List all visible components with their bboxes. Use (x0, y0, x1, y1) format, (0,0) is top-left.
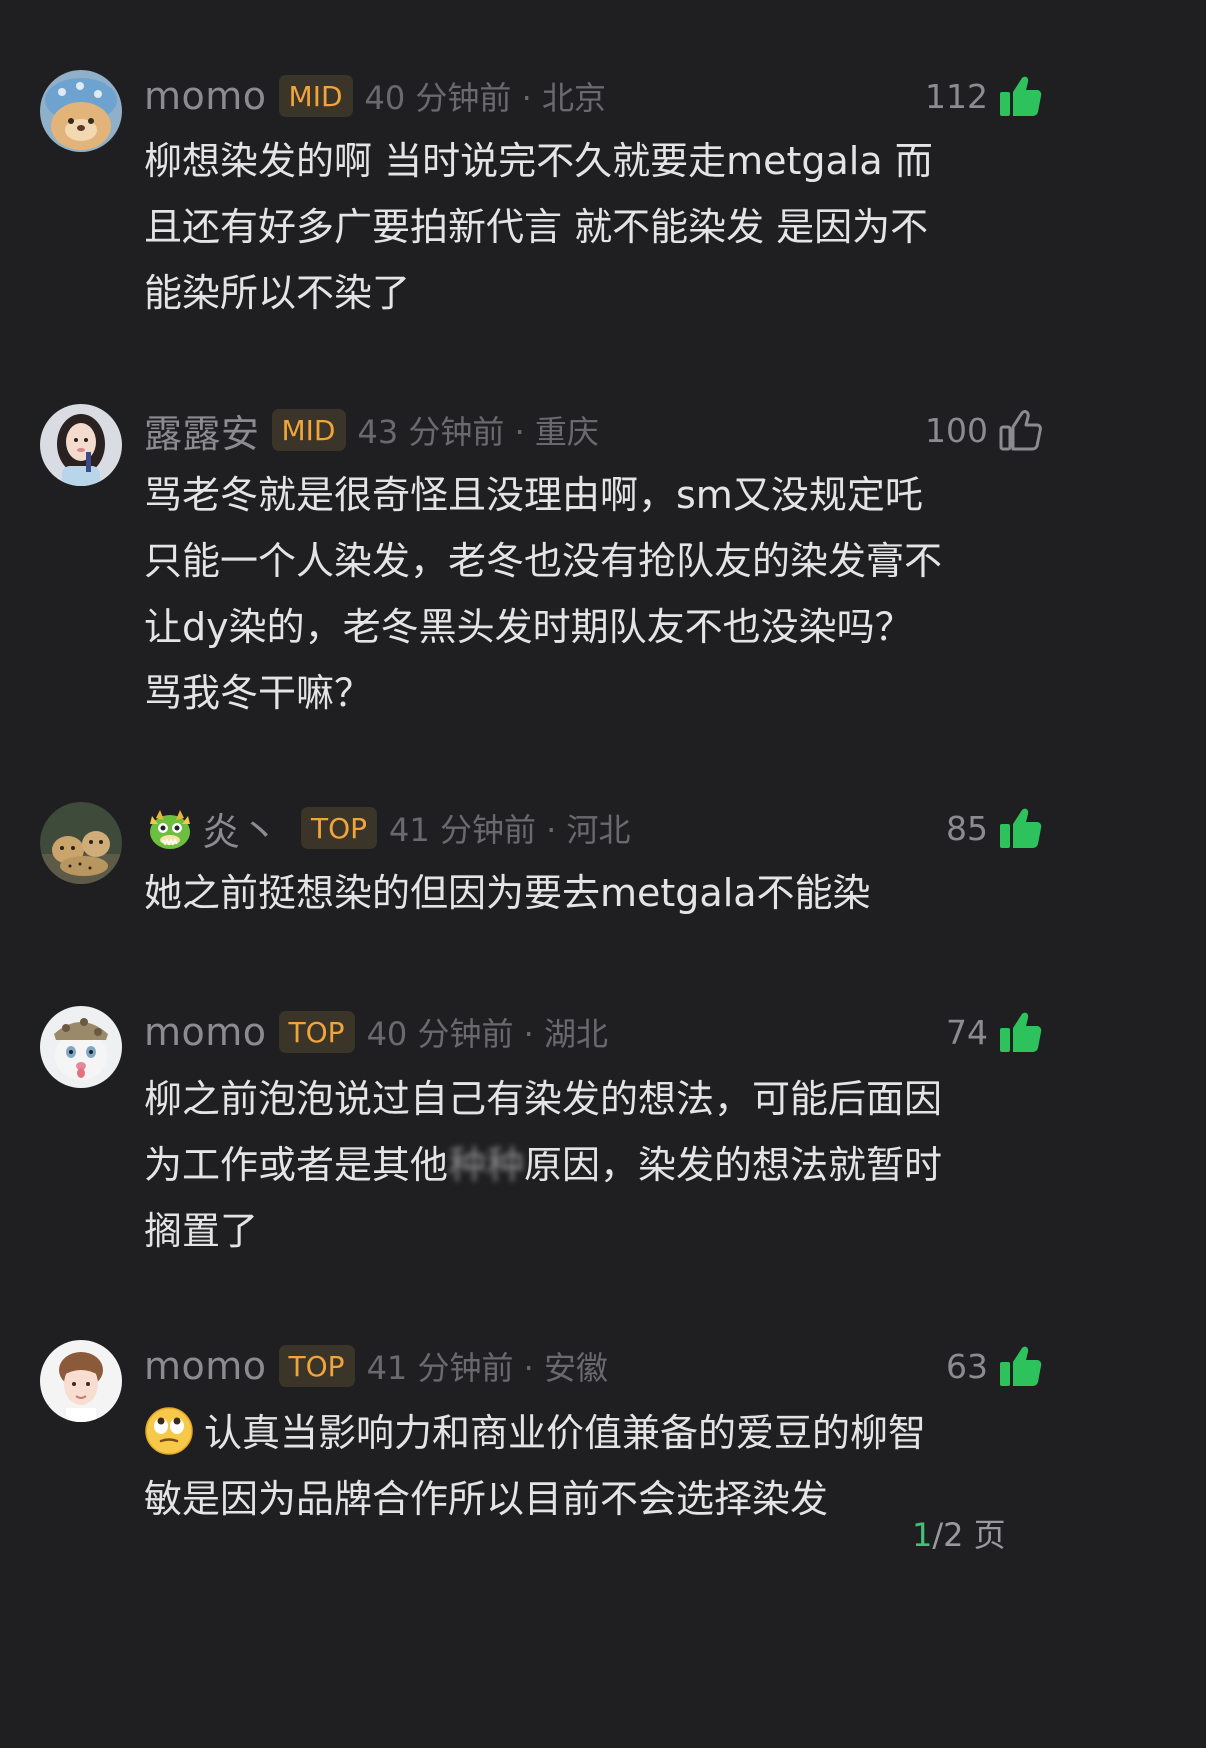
username[interactable]: momo (144, 1010, 267, 1054)
username[interactable]: 露露安 (144, 403, 260, 458)
comment-time: 40 分钟前 (364, 79, 512, 117)
like-button[interactable]: 85 (946, 804, 1042, 852)
comment-header: 炎丶 TOP 41 分钟前 · 河北 (144, 804, 631, 854)
page-indicator[interactable]: 1/2 页 (912, 1510, 1006, 1556)
comment-meta: 40 分钟前 · 北京 (364, 79, 606, 117)
plush-toy-avatar[interactable] (40, 70, 122, 152)
like-count: 85 (946, 808, 988, 848)
like-button[interactable]: 112 (925, 72, 1042, 120)
comment-line: 骂老冬就是很奇怪且没理由啊，sm又没规定吒 (144, 473, 923, 517)
comment-fragment: 原因，染发的想法就暂时 (524, 1143, 943, 1187)
comment-list-page: momo MID 40 分钟前 · 北京 112 柳想染发的啊 当时说完不久就要… (0, 0, 1082, 1568)
comment-text: 柳之前泡泡说过自己有染发的想法，可能后面因 为工作或者是其他种种原因，染发的想法… (144, 1066, 1044, 1264)
like-count: 112 (925, 76, 988, 116)
cat-with-hat-avatar[interactable] (40, 1006, 122, 1088)
comment-text: 她之前挺想染的但因为要去metgala不能染 (144, 860, 1044, 926)
like-button[interactable]: 74 (946, 1008, 1042, 1056)
like-button[interactable]: 63 (946, 1342, 1042, 1390)
comment-line: 柳之前泡泡说过自己有染发的想法，可能后面因 (144, 1077, 943, 1121)
thumbs-up-filled-icon (1000, 76, 1042, 116)
comment-header: momo MID 40 分钟前 · 北京 (144, 72, 606, 120)
comment-line: 让dy染的，老冬黑头发时期队友不也没染吗？ (144, 605, 913, 649)
level-badge: TOP (278, 1345, 355, 1387)
dragon-emoji-icon (150, 810, 190, 849)
comment-meta: 41 分钟前 · 河北 (389, 811, 631, 849)
username[interactable]: momo (144, 1344, 267, 1388)
comment-line: 柳想染发的啊 当时说完不久就要走metgala 而 (144, 139, 933, 183)
comment-time: 41 分钟前 (366, 1349, 514, 1387)
comment-location: 湖北 (543, 1015, 608, 1053)
username[interactable]: momo (144, 74, 267, 118)
like-count: 74 (946, 1012, 988, 1052)
comment-line: 能染所以不染了 (144, 271, 411, 315)
comment-location: 河北 (566, 811, 631, 849)
man-portrait-avatar[interactable] (40, 1340, 122, 1422)
comment-time: 43 分钟前 (357, 413, 505, 451)
comment-header: momo TOP 40 分钟前 · 湖北 (144, 1008, 608, 1056)
like-button[interactable]: 100 (925, 406, 1042, 454)
comment-meta: 41 分钟前 · 安徽 (366, 1349, 608, 1387)
comment-meta: 43 分钟前 · 重庆 (357, 413, 599, 451)
comment-header: momo TOP 41 分钟前 · 安徽 (144, 1342, 608, 1390)
comment-header: 露露安 MID 43 分钟前 · 重庆 (144, 406, 599, 456)
comment-location: 北京 (541, 79, 606, 117)
level-badge: TOP (278, 1011, 355, 1053)
comment-line: 骂我冬干嘛？ (144, 671, 373, 715)
level-badge: TOP (301, 807, 378, 849)
comment-location: 重庆 (534, 413, 599, 451)
woman-portrait-avatar[interactable] (40, 404, 122, 486)
comment-time: 40 分钟前 (366, 1015, 514, 1053)
like-count: 63 (946, 1346, 988, 1386)
comment-line: 只能一个人染发，老冬也没有抢队友的染发膏不 (144, 539, 943, 583)
thumbs-up-outline-icon (999, 410, 1042, 451)
thumbs-up-filled-icon (1000, 1346, 1042, 1386)
comment-line: 且还有好多广要拍新代言 就不能染发 是因为不 (144, 205, 929, 249)
total-pages: /2 页 (932, 1516, 1006, 1554)
comment-line: 她之前挺想染的但因为要去metgala不能染 (144, 871, 871, 915)
comment-line: 为工作或者是其他种种原因，染发的想法就暂时 (144, 1132, 1044, 1198)
comment-time: 41 分钟前 (389, 811, 536, 849)
thumbs-up-filled-icon (1000, 1012, 1042, 1052)
comment-location: 安徽 (543, 1349, 608, 1387)
like-count: 100 (925, 410, 988, 450)
current-page: 1 (912, 1516, 933, 1554)
comment-meta: 40 分钟前 · 湖北 (366, 1015, 608, 1053)
comment-line: 认真当影响力和商业价值兼备的爱豆的柳智 (144, 1400, 1044, 1466)
comment-text: 柳想染发的啊 当时说完不久就要走metgala 而 且还有好多广要拍新代言 就不… (144, 128, 1044, 326)
comment-line: 搁置了 (144, 1209, 259, 1253)
eye-roll-emoji-icon (145, 1407, 193, 1455)
blurred-text: 种种 (448, 1143, 525, 1187)
cheetah-avatar[interactable] (40, 802, 122, 884)
thumbs-up-filled-icon (1000, 808, 1042, 848)
level-badge: MID (278, 75, 353, 117)
comment-text: 骂老冬就是很奇怪且没理由啊，sm又没规定吒 只能一个人染发，老冬也没有抢队友的染… (144, 462, 1044, 726)
comment-fragment: 认真当影响力和商业价值兼备的爱豆的柳智 (204, 1411, 927, 1455)
comment-fragment: 为工作或者是其他 (144, 1143, 449, 1187)
level-badge: MID (271, 409, 346, 451)
username[interactable]: 炎丶 (202, 801, 279, 856)
